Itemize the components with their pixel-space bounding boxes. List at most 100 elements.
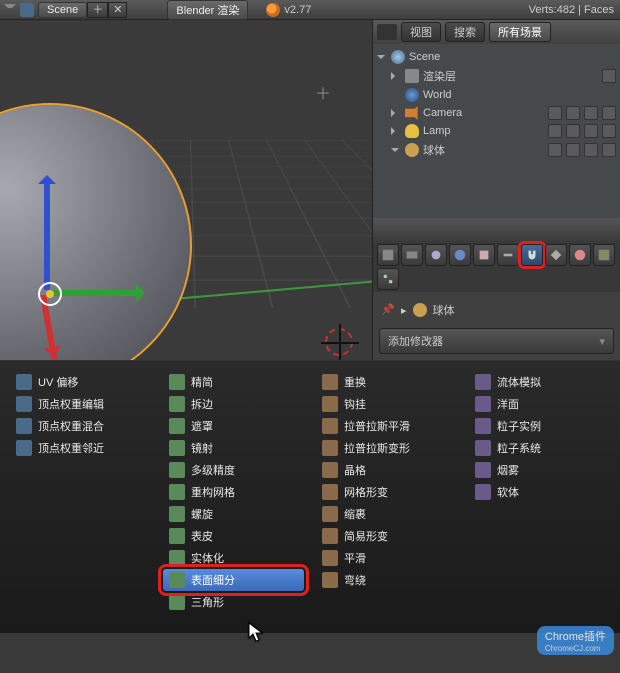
render-icon[interactable] bbox=[602, 124, 616, 138]
modifier-simpledeform[interactable]: 简易形变 bbox=[316, 525, 457, 547]
renderer-label[interactable]: Blender 渲染 bbox=[167, 0, 248, 20]
modifier-remesh[interactable]: 重构网格 bbox=[163, 481, 304, 503]
prop-tab-modifier[interactable] bbox=[521, 244, 543, 266]
collapse-icon[interactable] bbox=[4, 4, 16, 16]
expand-icon[interactable] bbox=[391, 72, 399, 80]
modifier-ocean[interactable]: 洋面 bbox=[469, 393, 610, 415]
restrict-view-icon[interactable] bbox=[548, 106, 562, 120]
outliner-tab-search[interactable]: 搜索 bbox=[445, 22, 485, 42]
renderer-selector[interactable]: Blender 渲染 bbox=[167, 0, 248, 20]
right-panel: 视图 搜索 所有场景 Scene 渲染层 World bbox=[372, 20, 620, 360]
app-header: Scene ＋ ✕ Blender 渲染 v2.77 Verts:482 | F… bbox=[0, 0, 620, 20]
outliner[interactable]: Scene 渲染层 World Camera bbox=[373, 44, 620, 218]
modifier-lattice[interactable]: 晶格 bbox=[316, 459, 457, 481]
outliner-label: Lamp bbox=[423, 125, 451, 137]
outliner-row-renderlayers[interactable]: 渲染层 bbox=[377, 66, 616, 86]
outliner-label: Scene bbox=[409, 51, 440, 63]
modifier-solidify[interactable]: 实体化 bbox=[163, 547, 304, 569]
modifier-skin[interactable]: 表皮 bbox=[163, 525, 304, 547]
gizmo-z-axis[interactable] bbox=[44, 180, 50, 290]
modifier-laplacesmooth[interactable]: 拉普拉斯平滑 bbox=[316, 415, 457, 437]
modifier-fluidsim[interactable]: 流体模拟 bbox=[469, 371, 610, 393]
expand-icon[interactable] bbox=[391, 109, 399, 117]
outliner-row-camera[interactable]: Camera bbox=[377, 104, 616, 122]
outliner-row-lamp[interactable]: Lamp bbox=[377, 122, 616, 140]
scene-icon bbox=[20, 3, 34, 17]
render-icon[interactable] bbox=[602, 106, 616, 120]
eye-icon[interactable] bbox=[566, 143, 580, 157]
watermark-text: Chrome插件 bbox=[545, 631, 606, 643]
modifier-vwedit[interactable]: 顶点权重编辑 bbox=[10, 393, 151, 415]
properties-tabs bbox=[373, 242, 620, 292]
modifier-uv-warp[interactable]: UV 偏移 bbox=[10, 371, 151, 393]
context-object-label: 球体 bbox=[433, 302, 455, 318]
prop-tab-particles[interactable] bbox=[377, 268, 399, 290]
prop-tab-constraint[interactable] bbox=[497, 244, 519, 266]
add-modifier-dropdown[interactable]: 添加修改器 bbox=[379, 328, 614, 354]
modifier-meshdeform[interactable]: 网格形变 bbox=[316, 481, 457, 503]
modifier-triangulate[interactable]: 三角形 bbox=[163, 591, 304, 613]
viewport-expand-icon[interactable]: ＋ bbox=[315, 80, 331, 96]
modifier-shrinkwrap[interactable]: 缩裹 bbox=[316, 503, 457, 525]
modifier-smooth[interactable]: 平滑 bbox=[316, 547, 457, 569]
prop-tab-data[interactable] bbox=[545, 244, 567, 266]
eye-icon[interactable] bbox=[566, 124, 580, 138]
add-scene-button[interactable]: ＋ bbox=[87, 2, 108, 18]
outliner-row-world[interactable]: World bbox=[377, 86, 616, 104]
expand-icon[interactable] bbox=[391, 127, 399, 135]
close-scene-button[interactable]: ✕ bbox=[108, 2, 127, 18]
outliner-tab-view[interactable]: 视图 bbox=[401, 22, 441, 42]
outliner-tab-allscenes[interactable]: 所有场景 bbox=[489, 22, 551, 42]
cursor-icon[interactable] bbox=[584, 143, 598, 157]
3d-cursor[interactable] bbox=[325, 328, 353, 356]
3d-viewport[interactable]: ＋ bbox=[0, 20, 372, 360]
pin-icon[interactable]: 📌 bbox=[381, 303, 395, 317]
expand-icon[interactable] bbox=[377, 55, 385, 63]
scene-selector[interactable]: Scene bbox=[0, 2, 87, 18]
gizmo-origin[interactable] bbox=[38, 282, 62, 306]
world-icon bbox=[405, 88, 419, 102]
outliner-mode-icon[interactable] bbox=[377, 24, 397, 40]
modifier-screw[interactable]: 螺旋 bbox=[163, 503, 304, 525]
modifier-softbody[interactable]: 软体 bbox=[469, 481, 610, 503]
render-icon[interactable] bbox=[602, 143, 616, 157]
modifier-particleinst[interactable]: 粒子实例 bbox=[469, 415, 610, 437]
modifier-mirror[interactable]: 镜射 bbox=[163, 437, 304, 459]
modifier-vwmix[interactable]: 顶点权重混合 bbox=[10, 415, 151, 437]
prop-tab-render[interactable] bbox=[377, 244, 399, 266]
modifier-decimate[interactable]: 精简 bbox=[163, 371, 304, 393]
outliner-row-sphere[interactable]: 球体 bbox=[377, 140, 616, 160]
modifier-laplacedeform[interactable]: 拉普拉斯变形 bbox=[316, 437, 457, 459]
scene-name[interactable]: Scene bbox=[38, 2, 87, 18]
modifier-mask[interactable]: 遮罩 bbox=[163, 415, 304, 437]
modifier-menu-popup: UV 偏移 顶点权重编辑 顶点权重混合 顶点权重邻近 精简 拆边 遮罩 镜射 多… bbox=[0, 360, 620, 633]
prop-tab-texture[interactable] bbox=[593, 244, 615, 266]
prop-tab-renderlayer[interactable] bbox=[401, 244, 423, 266]
outliner-header: 视图 搜索 所有场景 bbox=[373, 20, 620, 44]
cursor-icon[interactable] bbox=[584, 124, 598, 138]
restrict-view-icon[interactable] bbox=[548, 124, 562, 138]
prop-tab-material[interactable] bbox=[569, 244, 591, 266]
modifier-edgesplit[interactable]: 拆边 bbox=[163, 393, 304, 415]
mesh-icon bbox=[413, 303, 427, 317]
prop-tab-world[interactable] bbox=[449, 244, 471, 266]
modifier-displace[interactable]: 重换 bbox=[316, 371, 457, 393]
modifier-multires[interactable]: 多级精度 bbox=[163, 459, 304, 481]
properties-context: 📌 ▸ 球体 bbox=[379, 298, 614, 328]
modifier-warp[interactable]: 弯绕 bbox=[316, 569, 457, 591]
modifier-vwprox[interactable]: 顶点权重邻近 bbox=[10, 437, 151, 459]
modifier-hook[interactable]: 钩挂 bbox=[316, 393, 457, 415]
modifier-subsurf[interactable]: 表面细分 bbox=[163, 569, 304, 591]
prop-tab-object[interactable] bbox=[473, 244, 495, 266]
eye-icon[interactable] bbox=[566, 106, 580, 120]
restrict-view-icon[interactable] bbox=[548, 143, 562, 157]
prop-tab-scene[interactable] bbox=[425, 244, 447, 266]
outliner-row-scene[interactable]: Scene bbox=[377, 48, 616, 66]
cursor-icon[interactable] bbox=[584, 106, 598, 120]
modifier-smoke[interactable]: 烟雾 bbox=[469, 459, 610, 481]
modifier-particlesys[interactable]: 粒子系统 bbox=[469, 437, 610, 459]
expand-icon[interactable] bbox=[391, 148, 399, 156]
renderlayer-extra-icon[interactable] bbox=[602, 69, 616, 83]
gizmo-y-axis[interactable] bbox=[50, 290, 140, 296]
properties-splitter[interactable] bbox=[373, 218, 620, 242]
